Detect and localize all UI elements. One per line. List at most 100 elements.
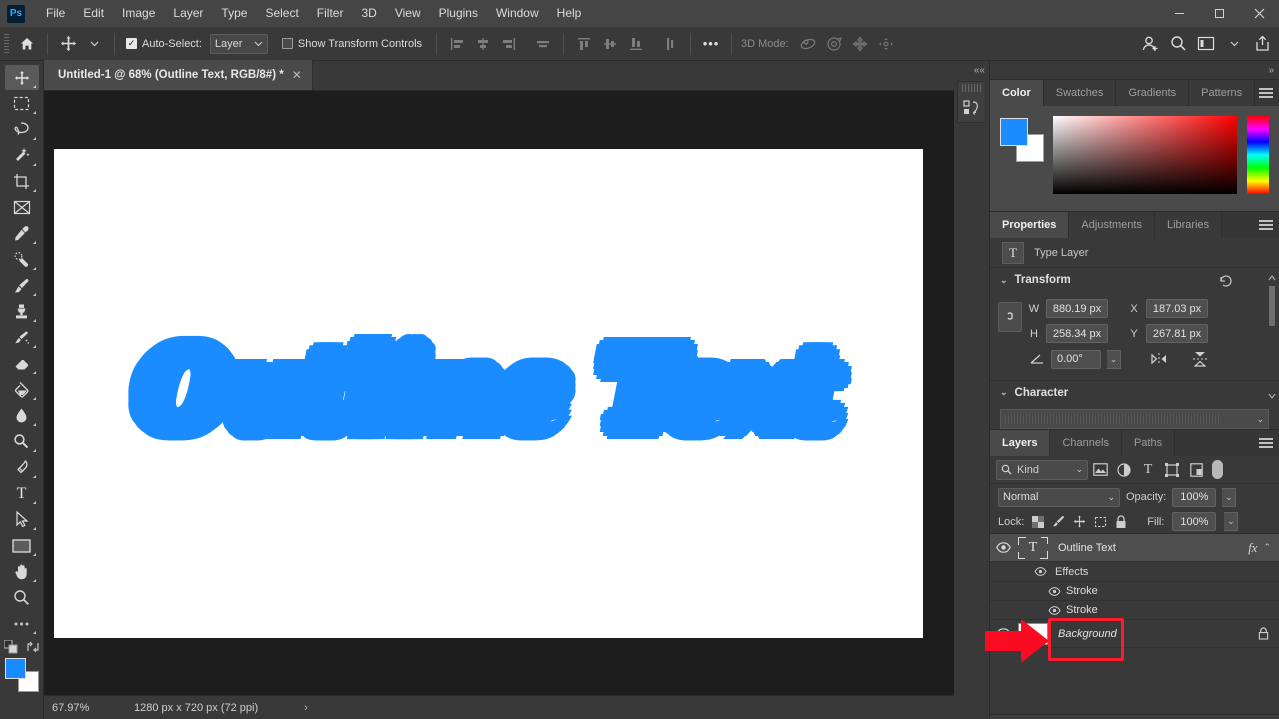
collapsed-panel-group[interactable]	[957, 81, 986, 123]
tab-patterns[interactable]: Patterns	[1189, 80, 1255, 106]
menu-edit[interactable]: Edit	[74, 0, 113, 27]
menu-plugins[interactable]: Plugins	[430, 0, 487, 27]
maximize-button[interactable]	[1199, 0, 1239, 27]
reset-transform-icon[interactable]	[1219, 274, 1233, 287]
history-brush-tool[interactable]	[5, 325, 39, 350]
zoom-tool[interactable]	[5, 585, 39, 610]
menu-view[interactable]: View	[386, 0, 430, 27]
lock-transparent-pixels-icon[interactable]	[1032, 516, 1044, 528]
align-right-edges-icon[interactable]	[496, 31, 522, 57]
lock-all-icon[interactable]	[1115, 515, 1127, 529]
hand-tool[interactable]	[5, 559, 39, 584]
stroke-visibility-icon[interactable]	[1048, 587, 1061, 596]
zoom-level[interactable]: 67.97%	[44, 702, 122, 714]
pan-3d-icon[interactable]	[847, 31, 873, 57]
menu-image[interactable]: Image	[113, 0, 164, 27]
type-tool[interactable]: T	[5, 481, 39, 506]
stroke-visibility-icon[interactable]	[1048, 606, 1061, 615]
menu-type[interactable]: Type	[212, 0, 256, 27]
layer-visibility-icon[interactable]	[990, 542, 1016, 553]
chevron-down-icon[interactable]: ⌄	[1075, 464, 1083, 475]
color-panel-menu-icon[interactable]	[1259, 80, 1273, 106]
fill-dropdown-icon[interactable]: ⌄	[1224, 512, 1238, 531]
lock-artboard-icon[interactable]	[1094, 516, 1107, 528]
lock-position-icon[interactable]	[1073, 515, 1086, 528]
align-left-edges-icon[interactable]	[444, 31, 470, 57]
align-horizontal-centers-icon[interactable]	[470, 31, 496, 57]
list-item-effects[interactable]: Effects	[990, 562, 1279, 582]
fill-input[interactable]: 100%	[1172, 512, 1216, 531]
tab-gradients[interactable]: Gradients	[1116, 80, 1189, 106]
rectangular-marquee-tool[interactable]	[5, 91, 39, 116]
blur-tool[interactable]	[5, 403, 39, 428]
chevron-down-icon[interactable]: ⌄	[1000, 275, 1008, 286]
chevron-down-icon[interactable]: ⌄	[1000, 387, 1008, 398]
foreground-background-colors[interactable]	[5, 658, 39, 692]
export-icon[interactable]	[1249, 31, 1275, 57]
home-icon[interactable]	[14, 31, 40, 57]
eyedropper-tool[interactable]	[5, 221, 39, 246]
slide-3d-icon[interactable]	[873, 31, 899, 57]
width-input[interactable]: 880.19 px	[1046, 299, 1108, 318]
pixel-filter-icon[interactable]	[1088, 459, 1112, 481]
close-button[interactable]	[1239, 0, 1279, 27]
layer-filter-kind-dropdown[interactable]: Kind ⌄	[996, 460, 1088, 480]
panel-grip[interactable]	[962, 84, 981, 92]
tab-layers[interactable]: Layers	[990, 430, 1050, 456]
properties-scrollbar[interactable]	[1267, 272, 1277, 402]
menu-layer[interactable]: Layer	[164, 0, 212, 27]
opacity-dropdown-icon[interactable]: ⌄	[1222, 488, 1236, 507]
roll-3d-icon[interactable]	[821, 31, 847, 57]
layer-locked-icon[interactable]	[1258, 627, 1269, 640]
tab-paths[interactable]: Paths	[1122, 430, 1175, 456]
layer-thumbnail[interactable]: T	[1016, 537, 1050, 559]
rectangle-tool[interactable]	[5, 533, 39, 558]
layer-name[interactable]: Background	[1050, 628, 1258, 640]
color-field[interactable]	[1053, 116, 1237, 194]
swap-colors-icon[interactable]	[26, 640, 40, 654]
menu-select[interactable]: Select	[256, 0, 307, 27]
x-input[interactable]: 187.03 px	[1146, 299, 1208, 318]
lock-image-pixels-icon[interactable]	[1052, 515, 1065, 528]
tab-swatches[interactable]: Swatches	[1044, 80, 1117, 106]
frame-tool[interactable]	[5, 195, 39, 220]
font-family-dropdown[interactable]: ⌄	[1000, 409, 1269, 429]
document-tab[interactable]: Untitled-1 @ 68% (Outline Text, RGB/8#) …	[44, 60, 313, 90]
height-input[interactable]: 258.34 px	[1046, 324, 1108, 343]
collapse-panels-icon[interactable]: »	[990, 61, 1279, 79]
shape-filter-icon[interactable]	[1160, 459, 1184, 481]
properties-panel-menu-icon[interactable]	[1259, 212, 1273, 238]
artboard[interactable]: Outline Text Outline Text	[54, 149, 923, 638]
menu-file[interactable]: File	[37, 0, 74, 27]
layer-thumbnail[interactable]	[1016, 623, 1050, 645]
layer-visibility-icon[interactable]	[990, 628, 1016, 639]
menu-3d[interactable]: 3D	[352, 0, 385, 27]
show-transform-checkbox-group[interactable]: Show Transform Controls	[282, 38, 422, 50]
clone-stamp-tool[interactable]	[5, 299, 39, 324]
layer-name[interactable]: Outline Text	[1050, 542, 1248, 554]
collapse-effects-icon[interactable]: ⌃	[1263, 542, 1271, 553]
list-item-stroke-1[interactable]: Stroke	[990, 582, 1279, 601]
distribute-horizontally-icon[interactable]	[530, 31, 556, 57]
auto-select-scope-dropdown[interactable]: Layer	[210, 34, 268, 54]
tab-channels[interactable]: Channels	[1050, 430, 1121, 456]
opacity-input[interactable]: 100%	[1172, 488, 1216, 507]
list-item-stroke-2[interactable]: Stroke	[990, 601, 1279, 620]
default-colors-icon[interactable]	[4, 640, 18, 654]
dodge-tool[interactable]	[5, 429, 39, 454]
color-panel-foreground-swatch[interactable]	[1000, 118, 1028, 146]
move-tool[interactable]	[5, 65, 39, 90]
expand-panels-icon[interactable]: ««	[954, 61, 989, 79]
auto-select-checkbox-group[interactable]: Auto-Select:	[126, 38, 202, 50]
close-icon[interactable]: ✕	[292, 68, 302, 82]
layer-effects-badge-icon[interactable]: fx	[1248, 540, 1257, 556]
transform-section-header[interactable]: ⌄ Transform	[990, 268, 1279, 292]
tab-properties[interactable]: Properties	[990, 212, 1069, 238]
align-bottom-edges-icon[interactable]	[623, 31, 649, 57]
menu-filter[interactable]: Filter	[308, 0, 353, 27]
pen-tool[interactable]	[5, 455, 39, 480]
filter-toggle-switch[interactable]	[1212, 460, 1223, 479]
canvas-area[interactable]: Outline Text Outline Text	[44, 91, 954, 695]
adjustment-filter-icon[interactable]	[1112, 459, 1136, 481]
brush-tool[interactable]	[5, 273, 39, 298]
